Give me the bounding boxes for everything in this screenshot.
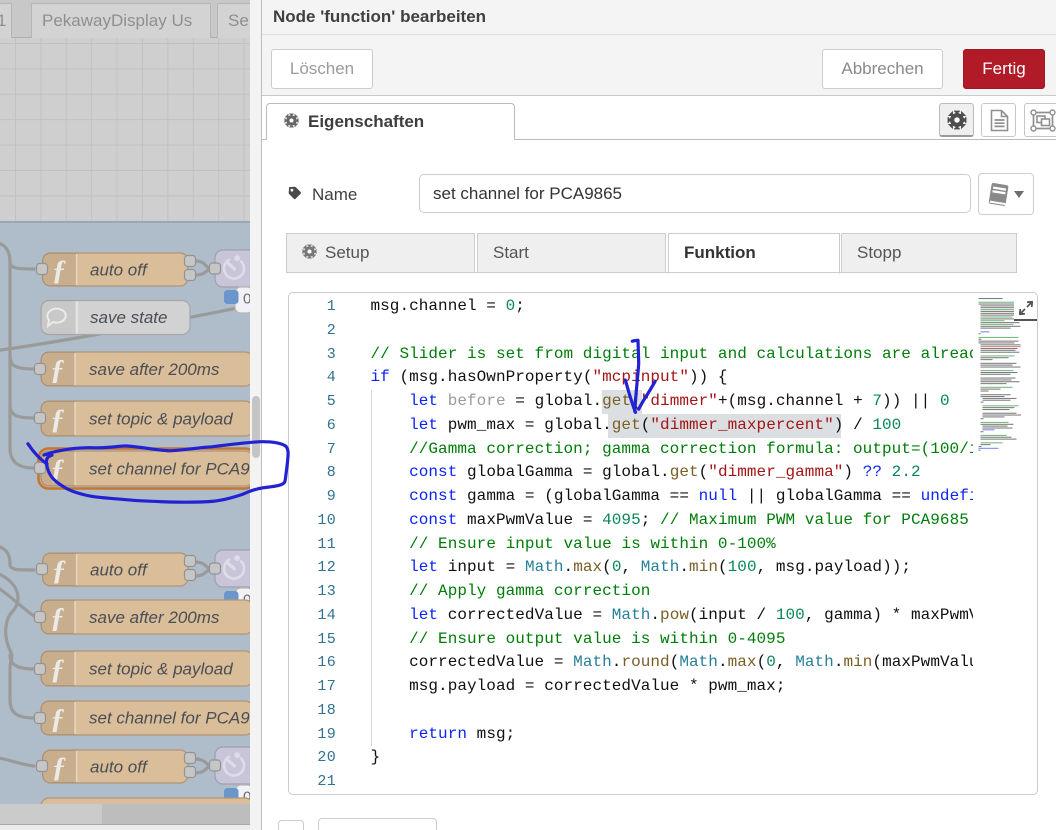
svg-text:ƒ: ƒ	[50, 703, 65, 735]
svg-text:set topic & payload: set topic & payload	[89, 410, 233, 429]
svg-text:ƒ: ƒ	[50, 654, 65, 686]
svg-text:auto off: auto off	[90, 561, 149, 580]
svg-text:ƒ: ƒ	[50, 454, 65, 486]
svg-text:auto off: auto off	[90, 758, 149, 777]
svg-text:set channel for PCA9: set channel for PCA9	[89, 460, 250, 479]
svg-text:ƒ: ƒ	[50, 404, 65, 436]
svg-text:ƒ: ƒ	[52, 752, 67, 784]
svg-text:ƒ: ƒ	[50, 602, 65, 634]
svg-text:ƒ: ƒ	[52, 555, 67, 587]
svg-text:set topic & payload: set topic & payload	[89, 660, 233, 679]
svg-text:ƒ: ƒ	[50, 354, 65, 386]
svg-text:set channel for PCA9: set channel for PCA9	[89, 709, 250, 728]
svg-text:auto off: auto off	[90, 261, 149, 280]
svg-text:save after 200ms: save after 200ms	[89, 360, 220, 379]
svg-text:save state: save state	[90, 308, 168, 327]
svg-text:0: 0	[243, 291, 250, 308]
svg-text:save after 200ms: save after 200ms	[89, 608, 220, 627]
svg-text:ƒ: ƒ	[52, 255, 67, 287]
